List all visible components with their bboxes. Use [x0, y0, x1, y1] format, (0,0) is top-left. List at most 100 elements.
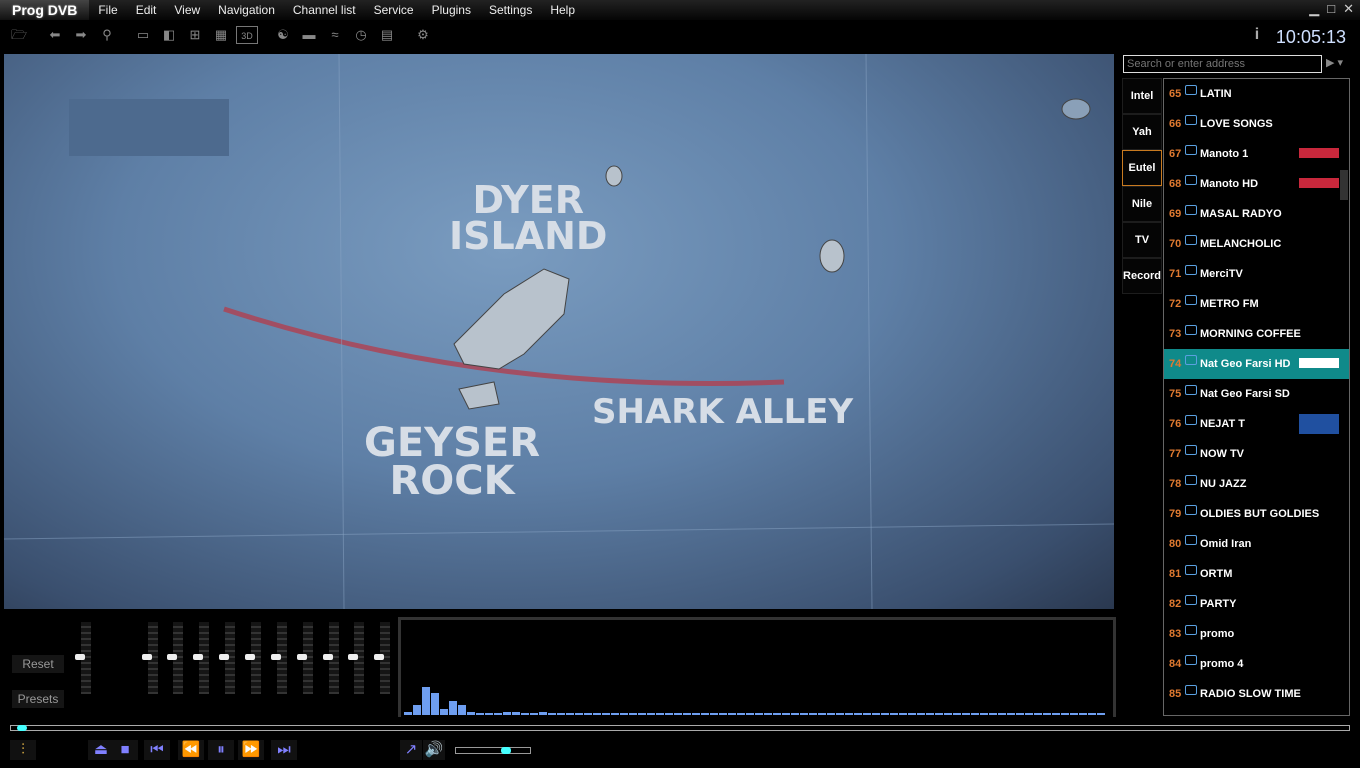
tab-nile[interactable]: Nile: [1122, 186, 1162, 222]
channel-row[interactable]: 65 LATIN: [1164, 79, 1349, 109]
yin-yang-icon[interactable]: ☯: [272, 26, 294, 44]
menu-view[interactable]: View: [174, 3, 200, 17]
forward-arrow-icon[interactable]: ➡: [70, 26, 92, 44]
channel-row[interactable]: 82 PARTY: [1164, 589, 1349, 619]
eq-slider-knob[interactable]: [75, 654, 85, 660]
bar-icon[interactable]: ▬: [298, 26, 320, 44]
volume-slider[interactable]: [455, 747, 531, 754]
channel-row[interactable]: 80 Omid Iran: [1164, 529, 1349, 559]
tab-intel[interactable]: Intel: [1122, 78, 1162, 114]
volume-handle[interactable]: [500, 747, 511, 754]
gear-icon[interactable]: ⚙: [412, 26, 434, 44]
stop-button[interactable]: ■: [112, 740, 138, 760]
menu-help[interactable]: Help: [550, 3, 575, 17]
menu-settings[interactable]: Settings: [489, 3, 532, 17]
menu-edit[interactable]: Edit: [136, 3, 157, 17]
channel-list-scrollbar[interactable]: [1340, 170, 1348, 200]
eq-band-slider[interactable]: [323, 622, 339, 694]
back-arrow-icon[interactable]: ⬅: [44, 26, 66, 44]
eq-slider-knob[interactable]: [219, 654, 229, 660]
eq-band-slider[interactable]: [374, 622, 390, 694]
eq-presets-button[interactable]: Presets: [12, 690, 64, 708]
tab-tv[interactable]: TV: [1122, 222, 1162, 258]
volume-icon[interactable]: 🔊: [423, 740, 445, 760]
eq-band-slider[interactable]: [245, 622, 261, 694]
eq-reset-button[interactable]: Reset: [12, 655, 64, 673]
channel-row[interactable]: 81 ORTM: [1164, 559, 1349, 589]
open-folder-icon[interactable]: 🗁: [8, 26, 30, 44]
menu-file[interactable]: File: [98, 3, 117, 17]
channel-row[interactable]: 69 MASAL RADYO: [1164, 199, 1349, 229]
tab-record[interactable]: Record: [1122, 258, 1162, 294]
eq-slider-knob[interactable]: [193, 654, 203, 660]
eject-button[interactable]: ⏏: [88, 740, 114, 760]
channel-row[interactable]: 71 MerciTV: [1164, 259, 1349, 289]
eq-band-slider[interactable]: [348, 622, 364, 694]
channel-row[interactable]: 79 OLDIES BUT GOLDIES: [1164, 499, 1349, 529]
menu-channel-list[interactable]: Channel list: [293, 3, 356, 17]
eq-slider-knob[interactable]: [245, 654, 255, 660]
video-display[interactable]: DYER ISLAND GEYSER ROCK SHARK ALLEY: [4, 54, 1114, 609]
eq-slider-knob[interactable]: [142, 654, 152, 660]
search-icon[interactable]: ⚲: [96, 26, 118, 44]
maximize-icon[interactable]: □: [1327, 1, 1335, 17]
clock-icon[interactable]: ◷: [350, 26, 372, 44]
eq-slider-knob[interactable]: [323, 654, 333, 660]
single-view-icon[interactable]: ▭: [132, 26, 154, 44]
eq-band-slider[interactable]: [297, 622, 313, 694]
eq-preamp-slider[interactable]: [75, 622, 91, 694]
eq-band-slider[interactable]: [142, 622, 158, 694]
channel-row[interactable]: 85 RADIO SLOW TIME: [1164, 679, 1349, 709]
search-input[interactable]: [1123, 55, 1322, 73]
document-icon[interactable]: ▤: [376, 26, 398, 44]
channel-row[interactable]: 77 NOW TV: [1164, 439, 1349, 469]
channel-row[interactable]: 76 NEJAT T: [1164, 409, 1349, 439]
eq-band-slider[interactable]: [271, 622, 287, 694]
fast-forward-button[interactable]: ⏩: [238, 740, 264, 760]
channel-row[interactable]: 66 LOVE SONGS: [1164, 109, 1349, 139]
equalizer-toggle-icon[interactable]: ⫶: [10, 740, 36, 760]
search-go-button[interactable]: ▶ ▾: [1326, 56, 1350, 72]
eq-slider-knob[interactable]: [374, 654, 384, 660]
eq-band-slider[interactable]: [167, 622, 183, 694]
seek-bar[interactable]: [10, 725, 1350, 731]
quad-view-icon[interactable]: ⊞: [184, 26, 206, 44]
channel-row[interactable]: 68 Manoto HD: [1164, 169, 1349, 199]
close-icon[interactable]: ✕: [1343, 1, 1354, 17]
grid-view-icon[interactable]: ▦: [210, 26, 232, 44]
menu-plugins[interactable]: Plugins: [432, 3, 471, 17]
menu-navigation[interactable]: Navigation: [218, 3, 275, 17]
split-view-icon[interactable]: ◧: [158, 26, 180, 44]
eq-band-slider[interactable]: [219, 622, 235, 694]
signal-icon[interactable]: ↗: [400, 740, 422, 760]
minimize-icon[interactable]: ▁: [1309, 1, 1319, 17]
channel-row[interactable]: 73 MORNING COFFEE: [1164, 319, 1349, 349]
eq-slider-knob[interactable]: [348, 654, 358, 660]
eq-slider-knob[interactable]: [297, 654, 307, 660]
channel-row[interactable]: 74 Nat Geo Farsi HD: [1164, 349, 1349, 379]
tab-eutel[interactable]: Eutel: [1122, 150, 1162, 186]
menu-service[interactable]: Service: [374, 3, 414, 17]
channel-row[interactable]: 84 promo 4: [1164, 649, 1349, 679]
eq-band-slider[interactable]: [193, 622, 209, 694]
3d-view-icon[interactable]: 3D: [236, 26, 258, 44]
channel-number: 85: [1169, 688, 1182, 700]
skip-forward-button[interactable]: ⏭: [271, 740, 297, 760]
tab-yah[interactable]: Yah: [1122, 114, 1162, 150]
channel-row[interactable]: 83 promo: [1164, 619, 1349, 649]
channel-number: 73: [1169, 328, 1182, 340]
seek-handle[interactable]: [16, 725, 27, 731]
channel-row[interactable]: 78 NU JAZZ: [1164, 469, 1349, 499]
pause-button[interactable]: ⏸: [208, 740, 234, 760]
channel-row[interactable]: 75 Nat Geo Farsi SD: [1164, 379, 1349, 409]
teletext-icon[interactable]: ≈: [324, 26, 346, 44]
info-icon[interactable]: i: [1247, 26, 1267, 46]
eq-slider-knob[interactable]: [271, 654, 281, 660]
channel-row[interactable]: 72 METRO FM: [1164, 289, 1349, 319]
rewind-button[interactable]: ⏪: [178, 740, 204, 760]
eq-slider-knob[interactable]: [167, 654, 177, 660]
channel-name: Nat Geo Farsi HD: [1200, 358, 1291, 370]
channel-row[interactable]: 70 MELANCHOLIC: [1164, 229, 1349, 259]
skip-back-button[interactable]: ⏮: [144, 740, 170, 760]
channel-row[interactable]: 67 Manoto 1: [1164, 139, 1349, 169]
